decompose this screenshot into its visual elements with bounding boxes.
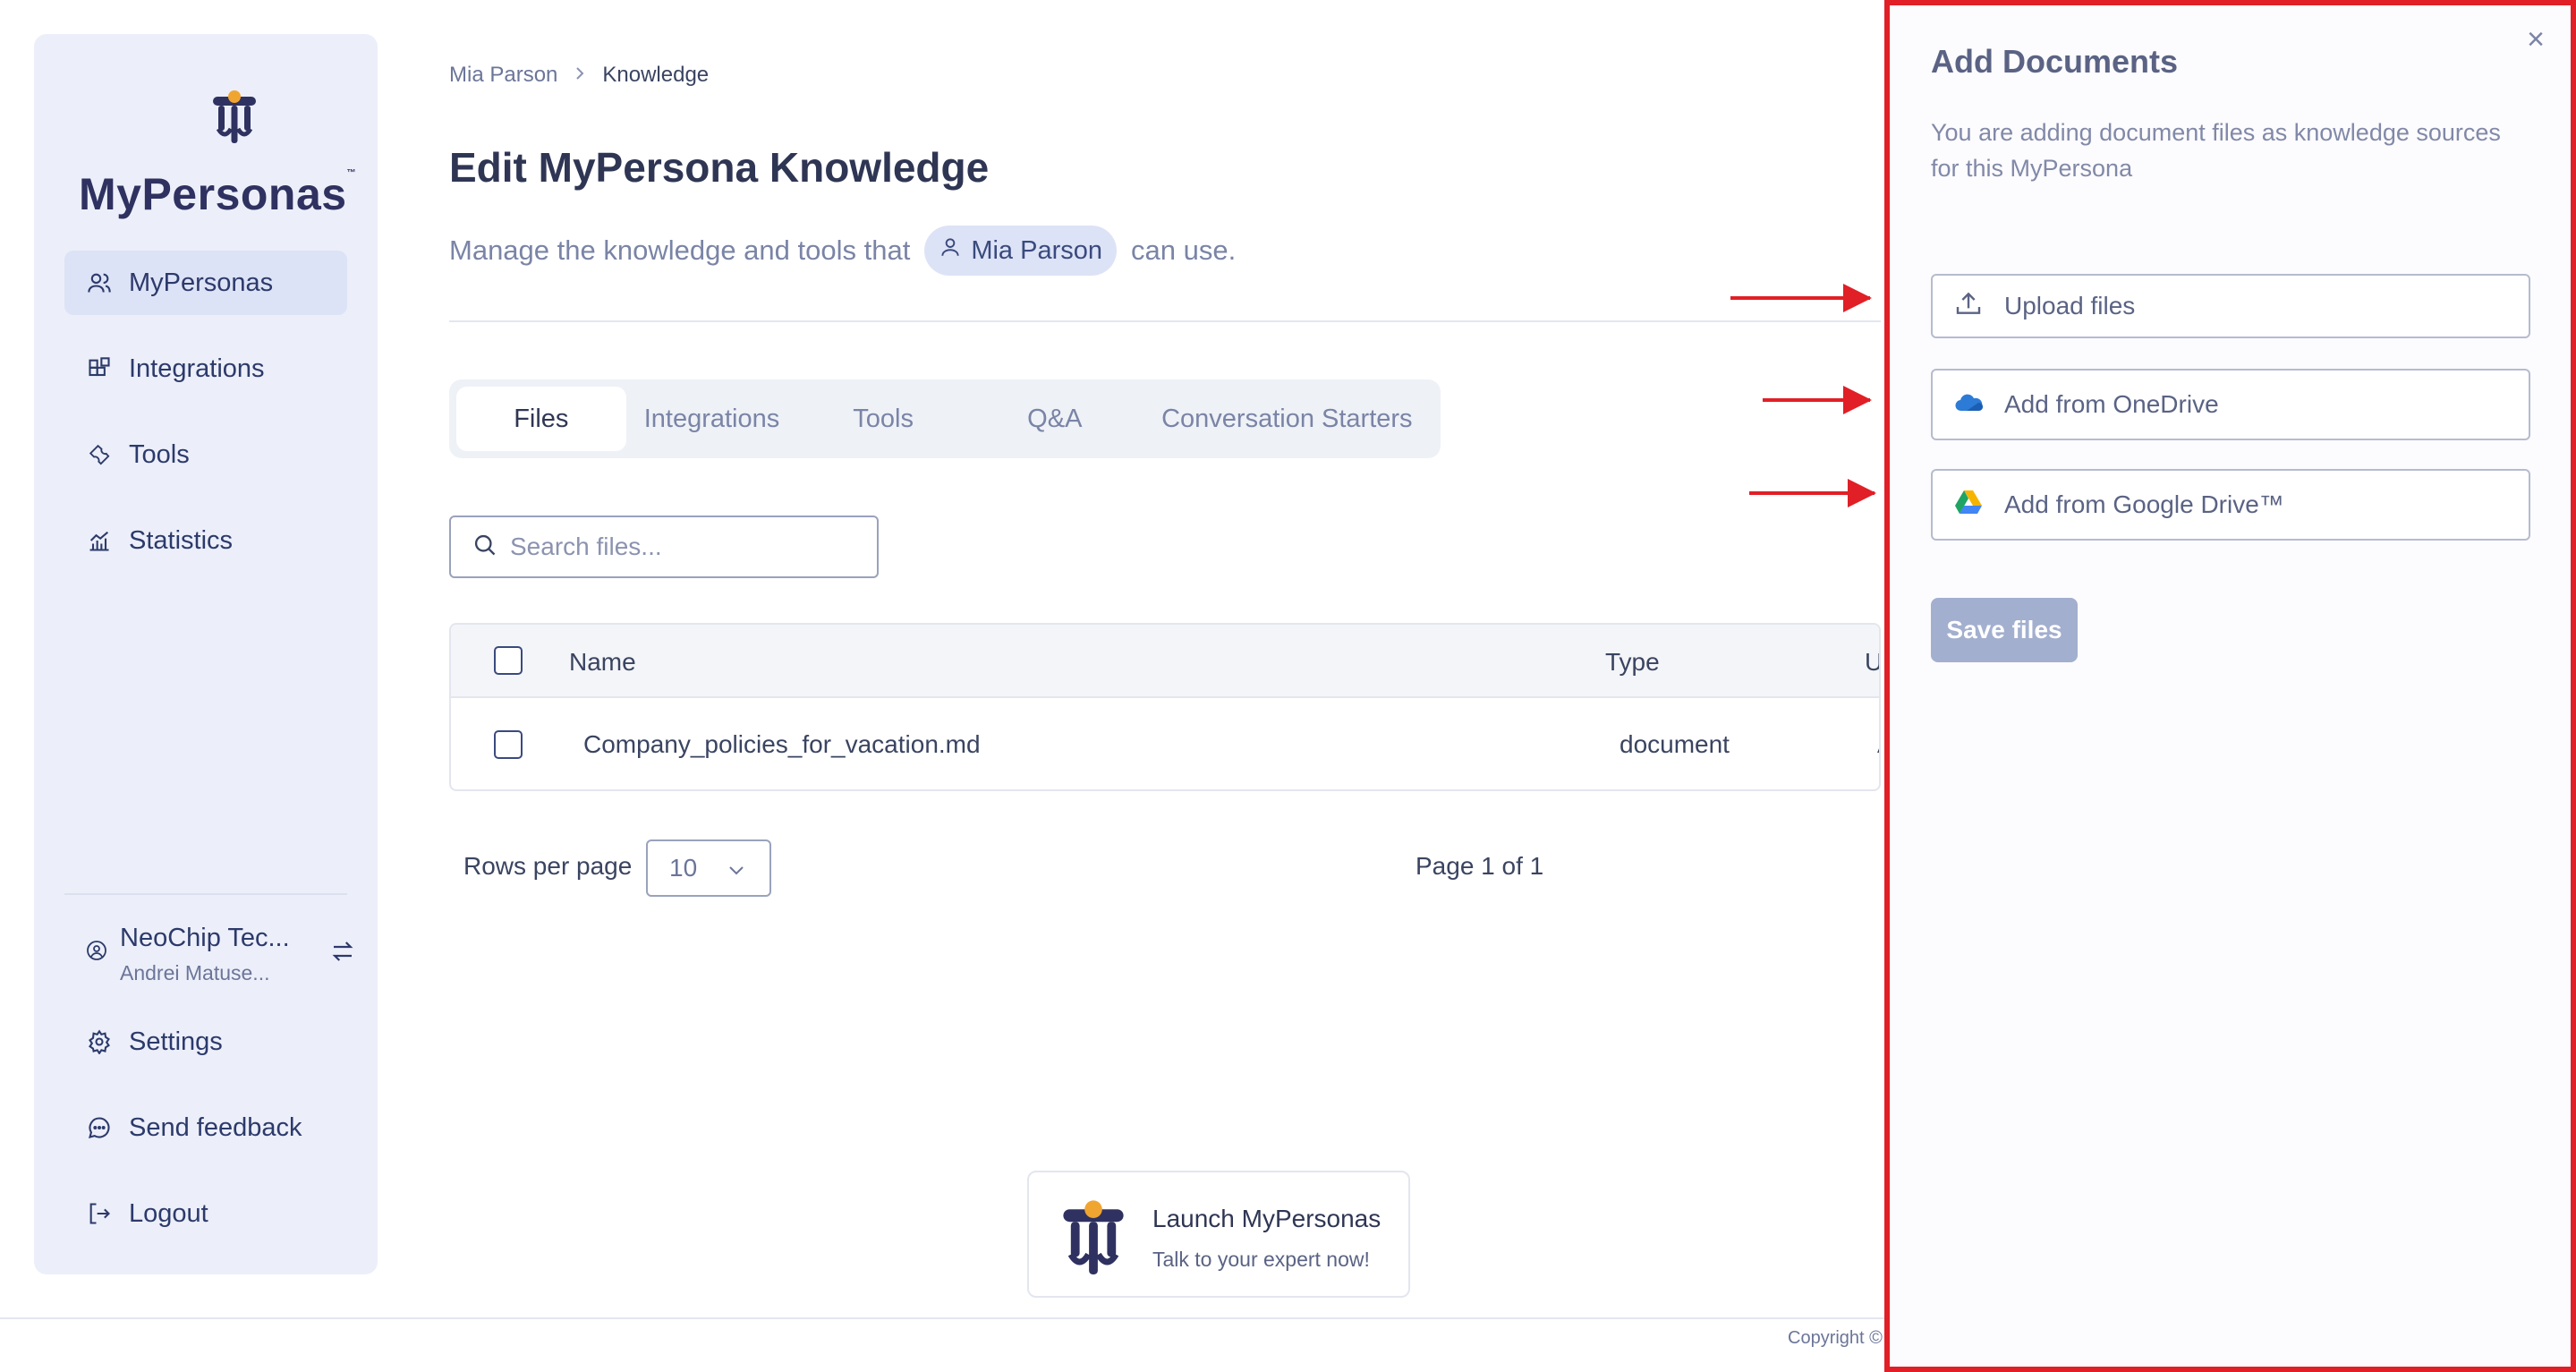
- panel-title: Add Documents: [1931, 43, 2179, 80]
- breadcrumb-parent-link[interactable]: Mia Parson: [449, 63, 557, 88]
- upload-files-label: Upload files: [2004, 292, 2136, 320]
- row-checkbox[interactable]: [494, 730, 523, 759]
- google-drive-label: Add from Google Drive™: [2004, 490, 2284, 518]
- persona-name: Mia Parson: [971, 235, 1102, 265]
- chart-icon: [86, 527, 113, 554]
- integrations-icon: [86, 355, 113, 382]
- breadcrumb-current: Knowledge: [602, 63, 710, 87]
- wrench-icon: [86, 441, 113, 468]
- users-icon: [86, 269, 113, 296]
- sidebar-item-label: MyPersonas: [129, 268, 274, 297]
- sidebar-item-mypersonas[interactable]: MyPersonas: [64, 251, 347, 315]
- add-from-onedrive-button[interactable]: Add from OneDrive: [1931, 369, 2530, 440]
- sidebar-item-label: Send feedback: [129, 1112, 302, 1142]
- logout-icon: [86, 1200, 113, 1227]
- organization-name: NeoChip Tec...: [120, 924, 290, 952]
- add-documents-panel: × Add Documents You are adding document …: [1884, 0, 2576, 1372]
- subtitle-text-before: Manage the knowledge and tools that: [449, 234, 911, 266]
- sidebar-item-label: Tools: [129, 439, 190, 469]
- onedrive-label: Add from OneDrive: [2004, 390, 2219, 418]
- add-from-google-drive-button[interactable]: Add from Google Drive™: [1931, 469, 2530, 541]
- logo-text: MyPersonas™: [79, 168, 357, 219]
- launch-mypersonas-card[interactable]: Launch MyPersonas Talk to your expert no…: [1027, 1171, 1410, 1298]
- chevron-down-icon: [727, 854, 745, 882]
- sidebar: MyPersonas™ MyPersonas Integrations Tool…: [34, 34, 378, 1274]
- chevron-right-icon: [574, 63, 586, 88]
- table-row[interactable]: Company_policies_for_vacation.md documen…: [451, 698, 1879, 789]
- search-box: [449, 516, 879, 578]
- page-title: Edit MyPersona Knowledge: [449, 144, 990, 191]
- page-subtitle: Manage the knowledge and tools that Mia …: [449, 226, 1236, 276]
- annotation-arrow-onedrive: [1763, 386, 1872, 414]
- copyright-text: Copyright ©: [1788, 1328, 1883, 1348]
- annotation-arrow-gdrive: [1749, 479, 1876, 507]
- file-u-value: A: [1877, 730, 1879, 759]
- file-type: document: [1620, 730, 1730, 758]
- column-header-type[interactable]: Type: [1605, 648, 1660, 677]
- select-all-checkbox[interactable]: [494, 646, 523, 675]
- knowledge-tabs: Files Integrations Tools Q&A Conversatio…: [449, 379, 1441, 458]
- sidebar-item-tools[interactable]: Tools: [64, 422, 347, 487]
- breadcrumb: Mia Parson Knowledge: [449, 63, 709, 88]
- sidebar-item-statistics[interactable]: Statistics: [64, 508, 347, 573]
- tab-files[interactable]: Files: [456, 387, 626, 451]
- search-input[interactable]: [510, 533, 868, 561]
- mypersonas-logo-icon: [1063, 1200, 1124, 1274]
- upload-icon: [1954, 289, 1983, 324]
- annotation-arrow-upload: [1730, 284, 1872, 312]
- rows-per-page-value: 10: [669, 854, 698, 882]
- user-icon: [939, 235, 962, 266]
- launch-title: Launch MyPersonas: [1152, 1205, 1382, 1232]
- sidebar-item-send-feedback[interactable]: Send feedback: [64, 1095, 347, 1160]
- sidebar-item-label: Logout: [129, 1198, 208, 1228]
- persona-chip[interactable]: Mia Parson: [924, 226, 1117, 276]
- page-info: Page 1 of 1: [1416, 852, 1544, 880]
- sidebar-item-settings[interactable]: Settings: [64, 1010, 347, 1074]
- subtitle-text-after: can use.: [1131, 234, 1237, 266]
- sidebar-item-integrations[interactable]: Integrations: [64, 337, 347, 401]
- organization-switcher[interactable]: NeoChip Tec... Andrei Matuse...: [86, 920, 354, 997]
- gear-icon: [86, 1028, 113, 1055]
- tab-qa[interactable]: Q&A: [969, 387, 1141, 451]
- column-header-u[interactable]: U: [1865, 648, 1879, 677]
- upload-files-button[interactable]: Upload files: [1931, 274, 2530, 338]
- file-name[interactable]: Company_policies_for_vacation.md: [583, 730, 981, 759]
- rows-per-page-select[interactable]: 10: [646, 839, 771, 897]
- user-circle-icon: [86, 940, 107, 966]
- sidebar-item-label: Statistics: [129, 525, 234, 555]
- tab-tools[interactable]: Tools: [797, 387, 969, 451]
- user-name: Andrei Matuse...: [120, 961, 270, 984]
- logo-mark-icon: [213, 90, 256, 143]
- tab-integrations[interactable]: Integrations: [626, 387, 798, 451]
- table-header: Name Type U: [451, 625, 1879, 698]
- launch-subtitle: Talk to your expert now!: [1152, 1248, 1370, 1271]
- onedrive-icon: [1954, 390, 1984, 419]
- files-table: Name Type U Company_policies_for_vacatio…: [449, 623, 1881, 791]
- sidebar-item-label: Settings: [129, 1027, 223, 1056]
- sidebar-divider: [64, 893, 347, 895]
- mypersonas-logo[interactable]: MyPersonas™: [79, 89, 356, 219]
- footer-divider: [0, 1317, 1884, 1319]
- save-files-button[interactable]: Save files: [1931, 598, 2078, 662]
- google-drive-icon: [1954, 490, 1983, 521]
- header-divider: [449, 320, 1881, 322]
- switch-icon[interactable]: [329, 938, 356, 969]
- sidebar-item-logout[interactable]: Logout: [64, 1181, 347, 1246]
- rows-per-page-label: Rows per page: [463, 852, 633, 880]
- sidebar-item-label: Integrations: [129, 354, 265, 383]
- chat-icon: [86, 1114, 113, 1141]
- search-icon: [472, 533, 497, 562]
- close-icon[interactable]: ×: [2518, 21, 2554, 57]
- column-header-name[interactable]: Name: [569, 648, 636, 677]
- panel-description: You are adding document files as knowled…: [1931, 119, 2501, 182]
- tab-conversation-starters[interactable]: Conversation Starters: [1141, 387, 1433, 451]
